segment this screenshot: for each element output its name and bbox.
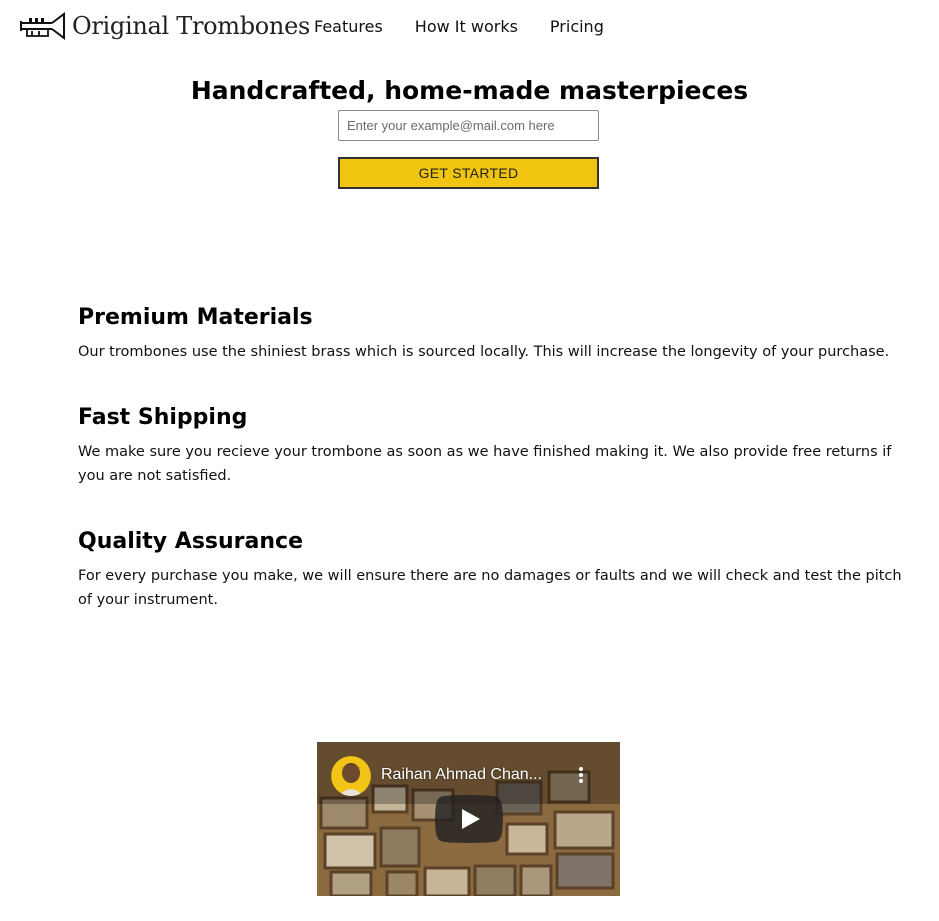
more-vert-icon[interactable] [575,765,587,785]
nav-link-how-it-works[interactable]: How It works [415,16,518,38]
feature-text: For every purchase you make, we will ens… [78,568,902,608]
play-icon[interactable] [435,795,503,843]
feature-text: We make sure you recieve your trombone a… [78,444,892,484]
feature-text: Our trombones use the shiniest brass whi… [78,344,890,360]
feature-premium-materials: Premium Materials Our trombones use the … [78,303,908,364]
email-input[interactable] [338,110,599,141]
feature-quality-assurance: Quality Assurance For every purchase you… [78,527,908,612]
feature-fast-shipping: Fast Shipping We make sure you recieve y… [78,403,908,488]
landing-page: Original Trombones Features How It works… [0,0,939,921]
nav-link-pricing[interactable]: Pricing [550,16,604,38]
feature-title: Quality Assurance [78,529,304,554]
nav-link-features[interactable]: Features [314,16,383,38]
feature-title: Premium Materials [78,305,313,330]
hero-title: Handcrafted, home-made masterpieces [190,76,749,105]
feature-title: Fast Shipping [78,405,248,430]
logo-text: Original Trombones [72,12,311,40]
trumpet-logo-icon [20,12,65,40]
video-embed[interactable]: Raihan Ahmad Chan... [317,742,620,896]
header: Original Trombones Features How It works… [0,0,939,56]
main-nav: Features How It works Pricing [314,16,636,38]
video-title[interactable]: Raihan Ahmad Chan... [381,764,559,786]
channel-avatar[interactable] [331,756,371,796]
logo[interactable]: Original Trombones [20,9,310,43]
get-started-button[interactable]: GET STARTED [338,157,599,189]
